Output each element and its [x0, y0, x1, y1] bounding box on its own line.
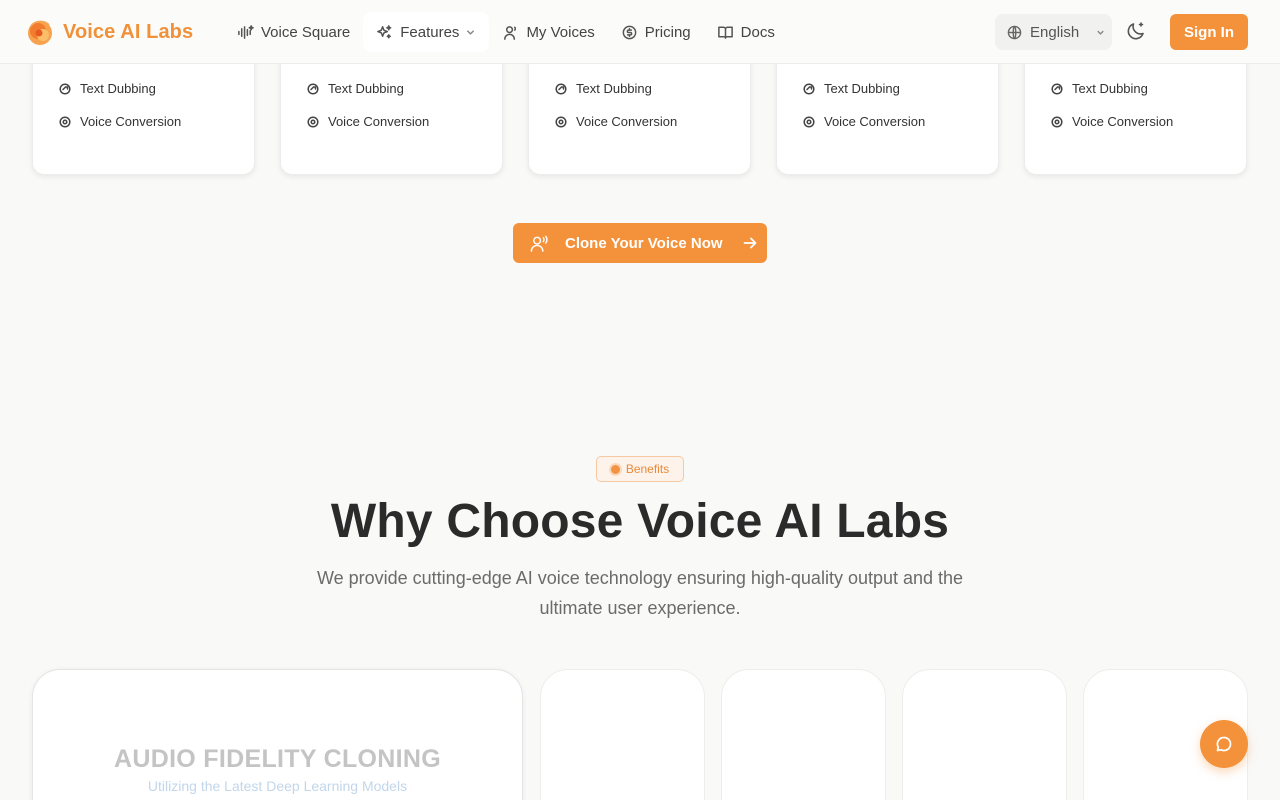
waveform-icon	[238, 24, 254, 39]
main-nav: Voice Square Features My Voices Pricing …	[224, 12, 788, 52]
chevron-down-icon	[1097, 30, 1104, 35]
sparkles-icon	[377, 24, 392, 38]
voice-card-feature: Voice Conversion	[1051, 114, 1173, 129]
conversion-icon	[1051, 115, 1063, 128]
voice-card-feature: Voice Conversion	[555, 114, 677, 129]
feature-card-subtitle: Utilizing the Latest Deep Learning Model…	[147, 778, 408, 794]
nav-docs-label: Docs	[740, 23, 775, 41]
nav-voice-square[interactable]: Voice Square	[224, 12, 363, 52]
top-navigation-bar: Voice AI Labs Voice Square Features My V…	[0, 0, 1280, 64]
voice-card-feature: Text Dubbing	[555, 81, 652, 96]
conversion-icon	[307, 115, 319, 128]
coin-icon	[622, 25, 637, 39]
chat-button[interactable]	[1200, 720, 1248, 768]
feature-card	[902, 669, 1067, 800]
language-selector[interactable]: English	[995, 14, 1112, 50]
brand-name: Voice AI Labs	[63, 20, 194, 43]
dubbing-icon	[59, 82, 71, 95]
conversion-icon	[555, 115, 567, 128]
conversion-icon	[803, 115, 815, 128]
nav-features[interactable]: Features	[363, 12, 490, 52]
voice-card-feature: Voice Conversion	[59, 114, 181, 129]
dubbing-icon	[1051, 82, 1063, 95]
voice-card-feature: Text Dubbing	[1051, 81, 1148, 96]
dubbing-icon	[803, 82, 815, 95]
nav-pricing-label: Pricing	[644, 23, 691, 41]
book-icon	[717, 26, 733, 39]
chevron-down-icon	[467, 29, 475, 35]
brand-logo-icon	[28, 20, 52, 45]
chat-bubble-icon	[1216, 736, 1232, 752]
conversion-icon	[59, 115, 71, 128]
brand-logo-link[interactable]: Voice AI Labs	[26, 17, 193, 47]
badge-dot-icon	[610, 464, 620, 474]
voice-card-feature: Text Dubbing	[307, 81, 404, 96]
nav-my-voices[interactable]: My Voices	[489, 12, 607, 52]
nav-pricing[interactable]: Pricing	[608, 12, 704, 52]
feature-card: AUDIO FIDELITY CLONING Utilizing the Lat…	[32, 669, 523, 800]
theme-toggle-button[interactable]	[1125, 20, 1149, 44]
moon-icon	[1127, 22, 1144, 40]
sign-in-button[interactable]: Sign In	[1170, 14, 1248, 50]
section-title: Why Choose Voice AI Labs	[330, 495, 950, 548]
dubbing-icon	[555, 82, 567, 95]
user-voice-icon	[504, 25, 517, 40]
section-subtitle: We provide cutting-edge AI voice technol…	[316, 568, 964, 618]
voice-card-feature: Text Dubbing	[803, 81, 900, 96]
user-voice-icon	[530, 235, 548, 252]
clone-voice-button[interactable]: Clone Your Voice Now	[513, 223, 767, 263]
benefits-badge-label: Benefits	[625, 462, 670, 476]
dubbing-icon	[307, 82, 319, 95]
clone-voice-button-label: Clone Your Voice Now	[565, 234, 723, 252]
feature-card-title: AUDIO FIDELITY CLONING	[114, 745, 441, 773]
arrow-right-icon	[743, 237, 756, 249]
nav-voice-square-label: Voice Square	[261, 23, 351, 41]
feature-card	[721, 669, 886, 800]
voice-card-feature: Text Dubbing	[59, 81, 156, 96]
feature-card	[540, 669, 705, 800]
nav-features-label: Features	[400, 23, 460, 41]
nav-docs[interactable]: Docs	[704, 12, 788, 52]
globe-icon	[1007, 25, 1022, 39]
voice-card-feature: Voice Conversion	[803, 114, 925, 129]
language-selector-label: English	[1030, 23, 1080, 41]
voice-card-feature: Voice Conversion	[307, 114, 429, 129]
nav-my-voices-label: My Voices	[526, 23, 595, 41]
benefits-badge: Benefits	[596, 456, 684, 482]
